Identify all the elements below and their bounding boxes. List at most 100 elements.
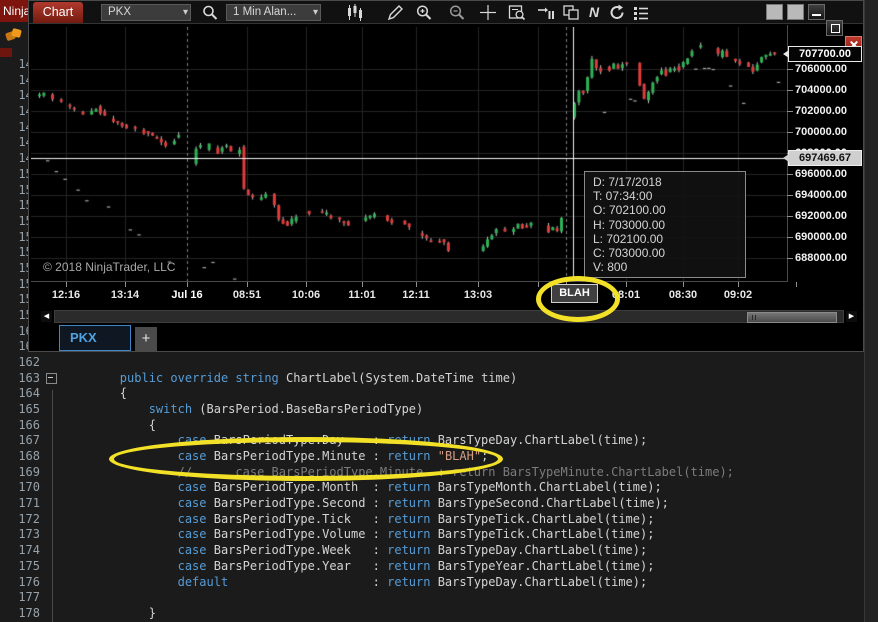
price-axis-label: 706000.00	[795, 63, 847, 75]
panels-icon[interactable]	[562, 4, 580, 21]
scroll-right-button[interactable]: ▶	[846, 311, 857, 322]
marker-pointer	[783, 154, 789, 162]
price-axis-tick	[787, 237, 793, 238]
properties-icon[interactable]	[632, 4, 650, 21]
time-axis-border	[31, 281, 787, 282]
code-line: 172 case BarsPeriodType.Tick : return Ba…	[0, 512, 878, 528]
line-number: 166	[18, 417, 40, 432]
price-axis-tick	[787, 174, 793, 175]
code-text: default : return BarsTypeDay.ChartLabel(…	[177, 574, 648, 589]
screen: 1431441451461471481491501511521531541551…	[0, 0, 878, 622]
line-number: 167	[18, 433, 40, 448]
data-box-row: O: 702100.00	[593, 203, 666, 218]
instrument-search-icon[interactable]	[201, 4, 219, 21]
price-axis-label: 694000.00	[795, 189, 847, 201]
time-axis-label: Jul 16	[171, 289, 203, 301]
interval-link-button[interactable]	[787, 4, 804, 20]
data-box-row: V: 800	[593, 260, 628, 275]
line-number: 175	[18, 558, 40, 573]
price-axis-tick	[787, 258, 793, 259]
data-box: D: 7/17/2018 T: 07:34:00 O: 702100.00 H: 70…	[584, 171, 746, 278]
time-axis-tick	[247, 282, 248, 287]
ninjascript-icon	[4, 28, 23, 43]
zoom-out-icon[interactable]	[448, 4, 466, 21]
time-axis-tick	[187, 282, 188, 287]
line-number: 165	[18, 402, 40, 417]
time-axis-label: 10:06	[291, 289, 321, 301]
trendline-icon[interactable]: N	[585, 4, 603, 21]
chart-window-title[interactable]: Chart	[33, 2, 83, 23]
data-box-row: C: 703000.00	[593, 246, 666, 261]
time-axis-label: 08:30	[668, 289, 698, 301]
chart-window: Chart PKX ▾ 1 Min Alan... ▾ N 706000.00 …	[28, 0, 864, 352]
fold-guide-line	[52, 390, 53, 622]
data-box-icon[interactable]	[508, 4, 526, 21]
instrument-link-button[interactable]	[766, 4, 783, 20]
line-number: 178	[18, 605, 40, 620]
data-box-row: D: 7/17/2018	[593, 175, 662, 189]
chevron-down-icon: ▾	[182, 7, 188, 18]
price-axis-tick	[787, 69, 793, 70]
data-box-row: L: 702100.00	[593, 231, 664, 246]
scrollbar-thumb[interactable]	[747, 312, 837, 323]
axis-blah-highlight	[536, 276, 620, 322]
time-axis-label: 12:16	[51, 289, 81, 301]
instrument-dropdown-value: PKX	[108, 6, 132, 18]
time-axis-tick	[362, 282, 363, 287]
reload-icon[interactable]	[608, 4, 626, 21]
code-line: 170 case BarsPeriodType.Month : return B…	[0, 480, 878, 496]
copyright-label: © 2018 NinjaTrader, LLC	[43, 260, 176, 274]
time-axis-tick	[738, 282, 739, 287]
minimize-button[interactable]	[808, 4, 825, 20]
editor-vertical-scrollbar[interactable]	[864, 0, 878, 622]
line-number: 173	[18, 527, 40, 542]
price-axis-tick	[787, 195, 793, 196]
price-axis-label: 696000.00	[795, 168, 847, 180]
editor-red-fragment	[0, 48, 12, 57]
code-line: 171 case BarsPeriodType.Second : return …	[0, 496, 878, 512]
time-axis-label: 09:02	[723, 289, 753, 301]
crosshair-icon[interactable]	[479, 4, 497, 21]
line-number: 176	[18, 574, 40, 589]
code-text: case BarsPeriodType.Second : return Bars…	[177, 496, 669, 511]
instrument-dropdown[interactable]: PKX ▾	[101, 4, 191, 21]
zoom-in-icon[interactable]	[415, 4, 433, 21]
marker-pointer	[783, 50, 789, 58]
time-axis-label: 08:51	[232, 289, 262, 301]
restore-button[interactable]	[826, 20, 843, 36]
price-axis-label: 702000.00	[795, 105, 847, 117]
price-markers-icon[interactable]	[537, 4, 555, 21]
tab-pkx[interactable]: PKX	[59, 325, 131, 351]
interval-dropdown[interactable]: 1 Min Alan... ▾	[226, 4, 321, 21]
code-line: 166 {	[0, 418, 878, 434]
price-axis-tick	[787, 216, 793, 217]
code-text: {	[62, 386, 128, 401]
time-axis-tick	[626, 282, 627, 287]
code-line: 162	[0, 355, 878, 371]
chart-toolbar: Chart PKX ▾ 1 Min Alan... ▾ N	[29, 1, 863, 52]
add-tab-button[interactable]: +	[135, 327, 157, 351]
time-axis-tick	[66, 282, 67, 287]
code-text: switch (BarsPeriod.BaseBarsPeriodType)	[148, 402, 424, 417]
time-axis-label: 13:03	[463, 289, 493, 301]
code-text: case BarsPeriodType.Week : return BarsTy…	[177, 543, 648, 558]
scroll-left-button[interactable]: ◀	[41, 311, 52, 322]
time-axis-tick	[306, 282, 307, 287]
line-number: 169	[18, 464, 40, 479]
line-number: 172	[18, 511, 40, 526]
time-axis-tick	[416, 282, 417, 287]
time-axis-label: 13:14	[110, 289, 140, 301]
time-axis-tick	[538, 282, 539, 287]
code-line: 177	[0, 590, 878, 606]
time-axis-tick	[683, 282, 684, 287]
line-number: 174	[18, 543, 40, 558]
code-line-168-highlight	[109, 437, 503, 481]
code-text: case BarsPeriodType.Year : return BarsTy…	[177, 558, 655, 573]
chart-horizontal-scrollbar[interactable]	[54, 310, 844, 323]
line-number: 163	[18, 370, 40, 385]
chevron-down-icon: ▾	[312, 7, 318, 18]
fold-toggle-icon[interactable]	[46, 373, 57, 384]
chart-style-icon[interactable]	[346, 4, 364, 21]
price-axis-tick	[787, 132, 793, 133]
drawing-tools-icon[interactable]	[386, 4, 404, 21]
